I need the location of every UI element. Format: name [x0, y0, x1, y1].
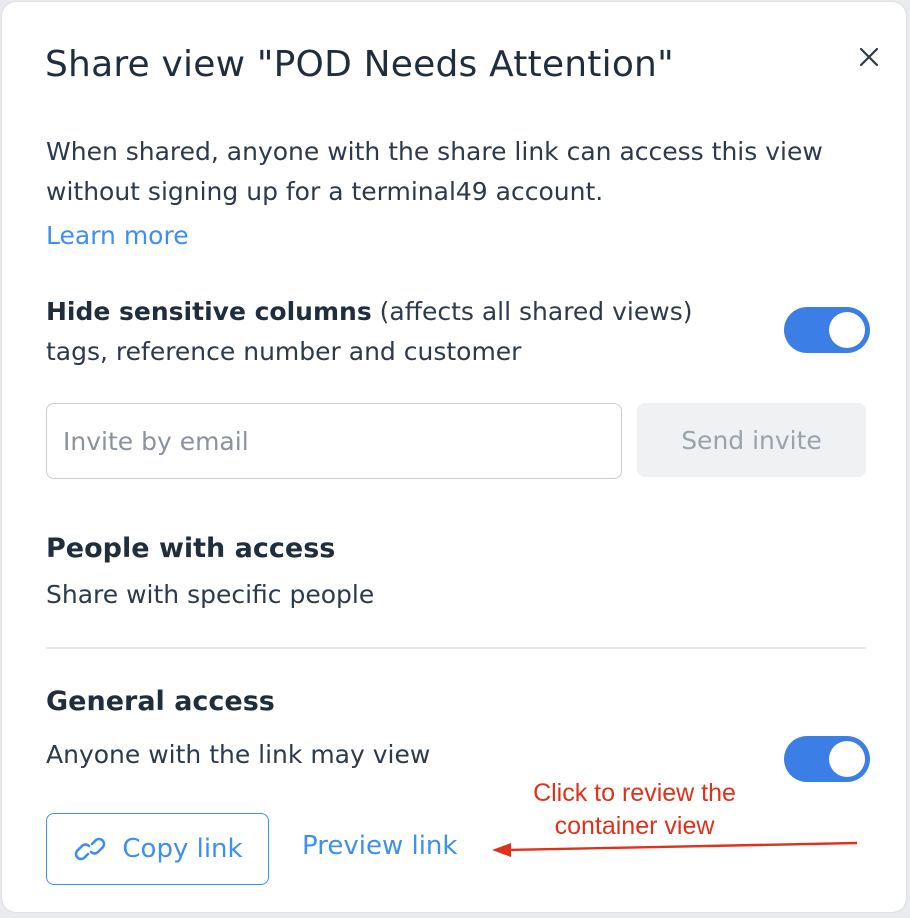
hide-sensitive-title: Hide sensitive columns	[46, 297, 372, 326]
hide-sensitive-toggle[interactable]	[784, 307, 870, 353]
general-access-toggle[interactable]	[784, 736, 870, 782]
copy-link-label: Copy link	[122, 834, 243, 864]
section-divider	[46, 647, 866, 649]
preview-link[interactable]: Preview link	[302, 831, 457, 861]
annotation-arrow-icon	[492, 841, 858, 857]
share-dialog: Share view "POD Needs Attention" When sh…	[2, 2, 906, 912]
hide-sensitive-detail: tags, reference number and customer	[46, 337, 522, 366]
copy-link-button[interactable]: Copy link	[46, 813, 269, 885]
hide-sensitive-columns-label: Hide sensitive columns (affects all shar…	[46, 292, 766, 372]
send-invite-button[interactable]: Send invite	[637, 403, 866, 477]
share-description: When shared, anyone with the share link …	[46, 137, 823, 206]
general-access-heading: General access	[46, 686, 275, 717]
general-access-subtitle: Anyone with the link may view	[46, 740, 431, 769]
toggle-knob	[829, 741, 865, 777]
link-icon	[75, 837, 106, 861]
learn-more-link[interactable]: Learn more	[46, 221, 189, 250]
toggle-knob	[829, 312, 865, 348]
people-with-access-heading: People with access	[46, 533, 336, 564]
invite-email-input[interactable]	[46, 403, 622, 479]
dialog-title: Share view "POD Needs Attention"	[45, 44, 674, 85]
hide-sensitive-note: (affects all shared views)	[371, 297, 693, 326]
close-icon[interactable]	[854, 42, 884, 72]
people-with-access-subtitle: Share with specific people	[46, 580, 375, 609]
